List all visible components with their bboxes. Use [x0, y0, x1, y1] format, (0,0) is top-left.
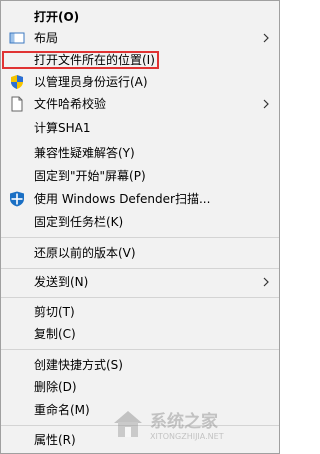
menu-item-file-hash[interactable]: 文件哈希校验 — [1, 93, 279, 115]
context-menu: 打开(O) 布局 打开文件所在的位置(I) 以管理员身份运行(A) 文件哈希校验 — [0, 0, 280, 454]
menu-item-label: 复制(C) — [34, 327, 76, 341]
menu-item-label: 打开(O) — [34, 10, 80, 24]
menu-separator — [1, 237, 279, 238]
menu-item-run-as-admin[interactable]: 以管理员身份运行(A) — [1, 71, 279, 93]
defender-shield-icon — [10, 191, 24, 207]
menu-item-label: 使用 Windows Defender扫描... — [34, 192, 211, 206]
uac-shield-icon — [11, 75, 23, 89]
menu-item-label: 文件哈希校验 — [34, 97, 107, 111]
menu-item-send-to[interactable]: 发送到(N) — [1, 271, 279, 293]
menu-item-label: 重命名(M) — [34, 403, 90, 417]
menu-item-open[interactable]: 打开(O) — [1, 6, 279, 28]
menu-item-label: 固定到"开始"屏幕(P) — [34, 169, 146, 183]
menu-item-sha1[interactable]: 计算SHA1 — [1, 117, 279, 139]
menu-item-label: 创建快捷方式(S) — [34, 358, 123, 372]
menu-item-label: 剪切(T) — [34, 305, 75, 319]
menu-item-label: 还原以前的版本(V) — [34, 246, 136, 260]
menu-item-create-shortcut[interactable]: 创建快捷方式(S) — [1, 354, 279, 376]
menu-item-label: 发送到(N) — [34, 275, 89, 289]
menu-item-label: 删除(D) — [34, 380, 77, 394]
menu-item-compatibility[interactable]: 兼容性疑难解答(Y) — [1, 142, 279, 164]
menu-item-cut[interactable]: 剪切(T) — [1, 301, 279, 323]
menu-separator — [1, 268, 279, 269]
menu-item-delete[interactable]: 删除(D) — [1, 376, 279, 398]
menu-separator — [1, 297, 279, 298]
menu-item-properties[interactable]: 属性(R) — [1, 429, 279, 451]
menu-separator — [1, 425, 279, 426]
menu-item-open-file-location[interactable]: 打开文件所在的位置(I) — [1, 49, 279, 71]
menu-item-copy[interactable]: 复制(C) — [1, 323, 279, 345]
menu-separator — [1, 349, 279, 350]
file-icon — [11, 96, 23, 112]
chevron-right-icon — [263, 33, 269, 43]
menu-item-label: 以管理员身份运行(A) — [34, 75, 148, 89]
menu-item-rename[interactable]: 重命名(M) — [1, 399, 279, 421]
menu-item-label: 打开文件所在的位置(I) — [34, 53, 155, 67]
layout-icon — [9, 32, 25, 44]
menu-item-label: 固定到任务栏(K) — [34, 215, 124, 229]
chevron-right-icon — [263, 277, 269, 287]
menu-item-label: 属性(R) — [34, 433, 76, 447]
menu-item-pin-to-start[interactable]: 固定到"开始"屏幕(P) — [1, 165, 279, 187]
menu-item-label: 兼容性疑难解答(Y) — [34, 146, 135, 160]
menu-item-defender-scan[interactable]: 使用 Windows Defender扫描... — [1, 188, 279, 210]
menu-item-label: 布局 — [34, 31, 59, 45]
menu-item-restore-previous[interactable]: 还原以前的版本(V) — [1, 242, 279, 264]
chevron-right-icon — [263, 99, 269, 109]
menu-item-pin-to-taskbar[interactable]: 固定到任务栏(K) — [1, 211, 279, 233]
menu-item-layout[interactable]: 布局 — [1, 27, 279, 49]
menu-item-label: 计算SHA1 — [34, 121, 91, 135]
